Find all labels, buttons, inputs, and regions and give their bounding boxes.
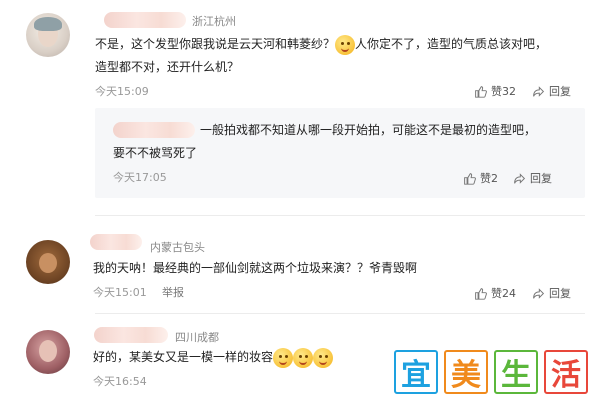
comment-text-part: 不是，这个发型你跟我说是云天河和韩菱纱？ xyxy=(95,37,336,51)
comment-text: 不是，这个发型你跟我说是云天河和韩菱纱？ 人你定不了，造型的气质总该对吧， xyxy=(95,33,585,55)
report-link[interactable]: 举报 xyxy=(162,284,184,300)
watermark-char: 生 xyxy=(494,350,538,394)
username-blurred[interactable] xyxy=(94,327,168,343)
comment-text: 我的天呐！最经典的一部仙剑就这两个垃圾来演？？爷青毁啊 xyxy=(93,261,418,275)
like-count: 赞24 xyxy=(491,287,516,300)
reply-label: 回复 xyxy=(530,172,552,185)
comment-text-part: 好的，某美女又是一模一样的妆容 xyxy=(93,350,274,364)
username-blurred[interactable] xyxy=(104,12,186,28)
grin-emoji-icon xyxy=(313,347,334,368)
avatar[interactable] xyxy=(26,240,70,284)
like-count: 赞2 xyxy=(480,172,498,185)
like-button[interactable]: 赞24 xyxy=(474,285,516,301)
username-blurred[interactable] xyxy=(90,234,142,250)
reply-text-line: 要不不被骂死了 xyxy=(113,146,198,160)
reply-reply-button[interactable]: 回复 xyxy=(513,170,552,186)
thumbs-up-icon xyxy=(464,172,476,185)
like-count: 赞32 xyxy=(491,85,516,98)
watermark-char: 宜 xyxy=(394,350,438,394)
share-arrow-icon xyxy=(533,85,545,97)
location-label: 浙江杭州 xyxy=(192,15,236,28)
reply-time: 今天17:05 xyxy=(113,171,167,184)
avatar[interactable] xyxy=(26,13,70,57)
comment-time: 今天15:01 xyxy=(93,286,147,299)
reply-text: 一般拍戏都不知道从哪一段开始拍，可能这不是最初的造型吧， xyxy=(200,123,537,137)
watermark-char: 活 xyxy=(544,350,588,394)
grin-emoji-icon xyxy=(335,34,356,55)
reply-button[interactable]: 回复 xyxy=(532,285,571,301)
divider xyxy=(95,215,585,216)
comment-text-line: 造型都不对，还开什么机？ xyxy=(95,60,240,74)
reply-like-button[interactable]: 赞2 xyxy=(463,170,498,186)
location-label: 四川成都 xyxy=(175,331,219,344)
thumbs-up-icon xyxy=(475,85,487,98)
reply-label: 回复 xyxy=(549,287,571,300)
reply-username-blurred[interactable] xyxy=(113,122,195,138)
grin-emoji-icon xyxy=(273,347,294,368)
comment-text-part: 人你定不了，造型的气质总该对吧， xyxy=(355,37,548,51)
watermark-char: 美 xyxy=(444,350,488,394)
like-button[interactable]: 赞32 xyxy=(474,83,516,99)
reply-button[interactable]: 回复 xyxy=(532,83,571,99)
comment-time: 今天16:54 xyxy=(93,375,147,388)
avatar[interactable] xyxy=(26,330,70,374)
grin-emoji-icon xyxy=(293,347,314,368)
watermark-logo: 宜 美 生 活 xyxy=(394,350,588,394)
location-label: 内蒙古包头 xyxy=(150,241,205,254)
share-arrow-icon xyxy=(514,172,526,184)
comment-time: 今天15:09 xyxy=(95,85,149,98)
thumbs-up-icon xyxy=(475,287,487,300)
comment-text: 好的，某美女又是一模一样的妆容 xyxy=(93,346,334,368)
share-arrow-icon xyxy=(533,287,545,299)
divider xyxy=(95,313,585,314)
reply-label: 回复 xyxy=(549,85,571,98)
